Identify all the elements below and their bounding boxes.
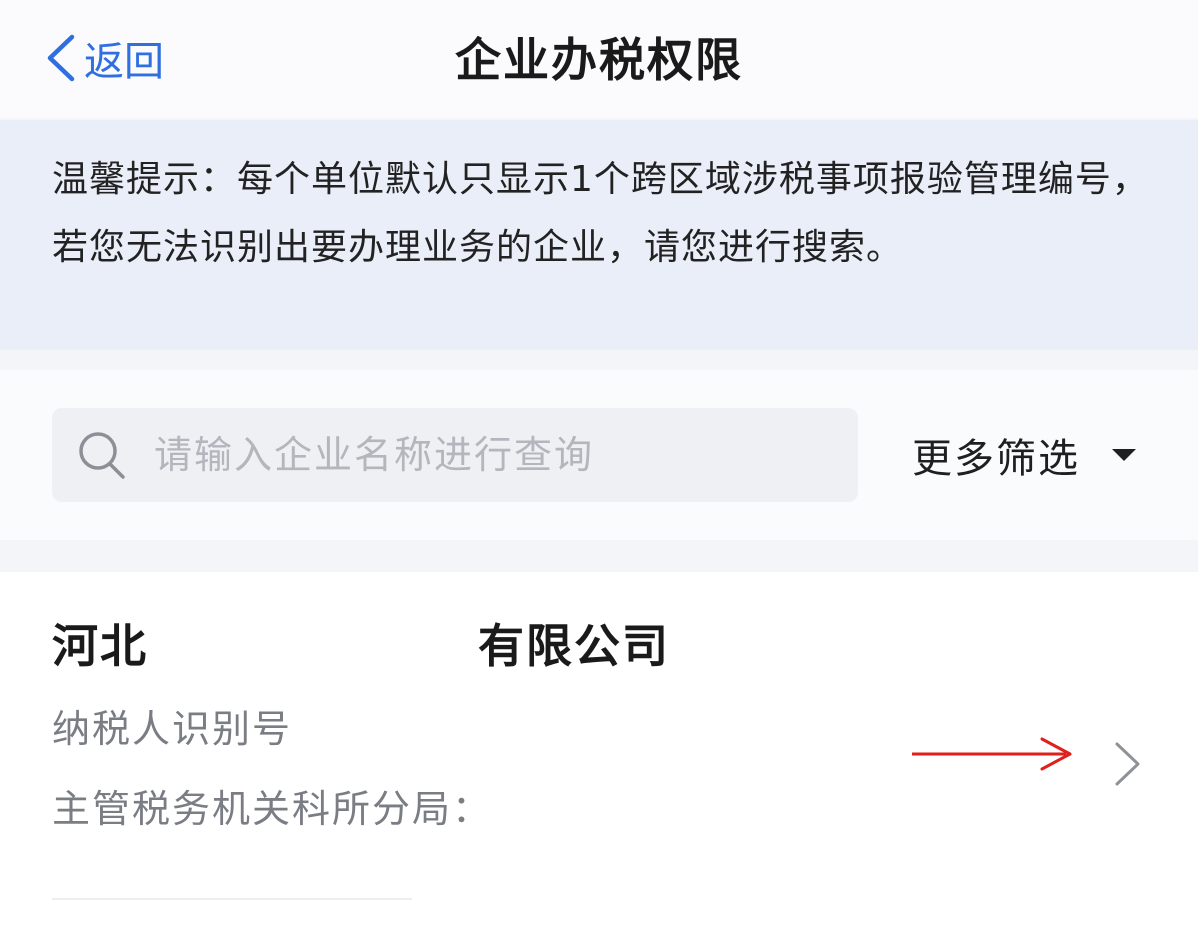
more-filter-label: 更多筛选 — [912, 436, 1080, 482]
tax-office-label: 主管税务机关科所分局： — [52, 787, 493, 831]
red-arrow-annotation-icon — [912, 737, 1072, 771]
chevron-right-icon[interactable] — [1110, 740, 1144, 788]
taxpayer-id-label: 纳税人识别号 — [52, 707, 293, 751]
company-name: 河北 有限公司 — [52, 610, 670, 676]
more-filter-button[interactable]: 更多筛选 — [912, 420, 1138, 490]
company-name-suffix: 有限公司 — [478, 619, 670, 673]
redacted-area — [148, 617, 478, 669]
notice-text: 温馨提示：每个单位默认只显示1个跨区域涉税事项报验管理编号，若您无法识别出要办理… — [52, 159, 1149, 268]
divider — [52, 898, 412, 900]
search-icon — [79, 432, 125, 479]
search-box[interactable] — [52, 408, 858, 502]
search-input[interactable] — [152, 432, 836, 478]
page-title: 企业办税权限 — [455, 33, 743, 87]
company-name-prefix: 河北 — [52, 619, 148, 673]
caret-down-icon — [1112, 449, 1136, 461]
nav-bar: 返回 企业办税权限 — [0, 0, 1198, 118]
